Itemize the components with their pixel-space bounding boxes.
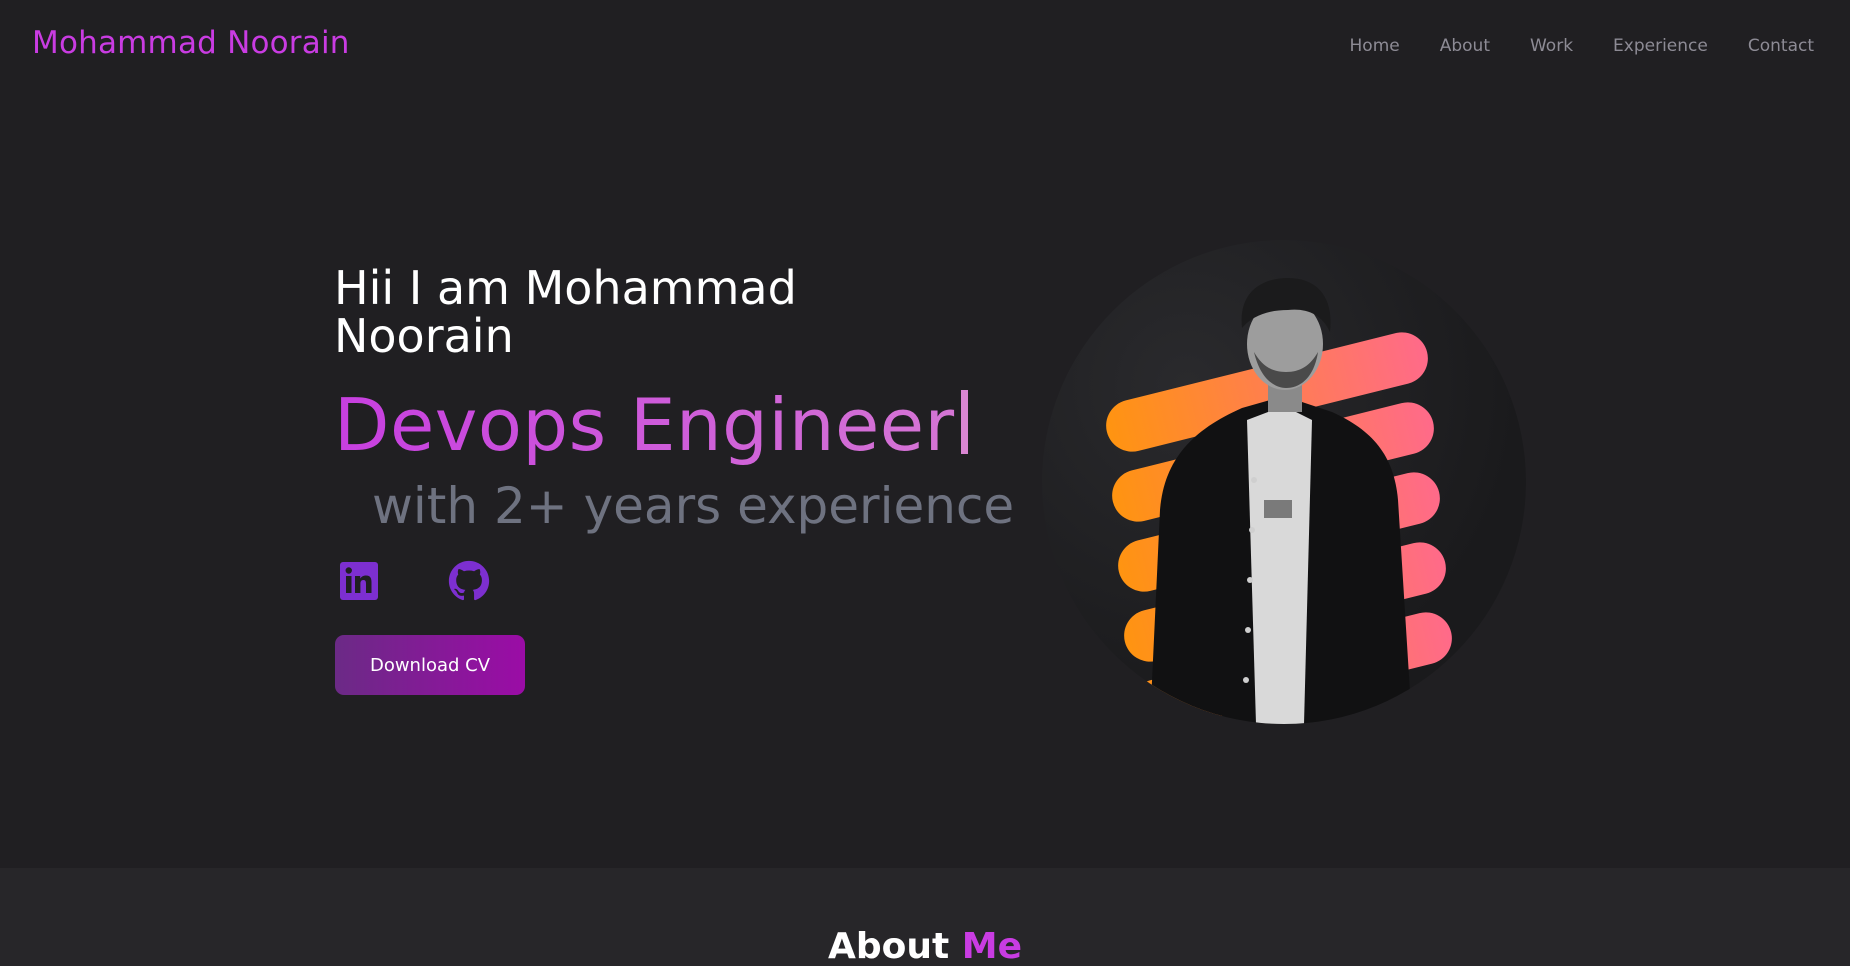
hero-role-text: Devops Engineer — [334, 383, 955, 467]
hero-experience: with 2+ years experience — [372, 477, 1015, 535]
brand-logo[interactable]: Mohammad Noorain — [32, 25, 350, 61]
profile-photo — [1042, 240, 1526, 724]
about-section: About Me — [0, 868, 1850, 966]
nav-experience[interactable]: Experience — [1613, 36, 1708, 56]
github-icon — [448, 560, 490, 601]
nav-work[interactable]: Work — [1530, 36, 1573, 56]
hero-greeting: Hii I am Mohammad Noorain — [334, 261, 797, 363]
github-link[interactable] — [448, 560, 490, 602]
download-cv-button[interactable]: Download CV — [335, 635, 525, 695]
nav-contact[interactable]: Contact — [1748, 36, 1814, 56]
nav-about[interactable]: About — [1440, 36, 1490, 56]
typing-cursor — [960, 390, 968, 454]
about-title-accent: Me — [961, 926, 1022, 966]
page: Mohammad Noorain Home About Work Experie… — [0, 0, 1850, 966]
nav-home[interactable]: Home — [1350, 36, 1400, 56]
site-header: Mohammad Noorain Home About Work Experie… — [0, 0, 1850, 92]
social-links — [338, 560, 490, 602]
linkedin-link[interactable] — [338, 560, 380, 602]
hero-role: Devops Engineer — [334, 380, 968, 470]
profile-illustration — [1106, 278, 1452, 724]
main-nav: Home About Work Experience Contact — [1350, 36, 1814, 56]
linkedin-icon — [340, 562, 378, 600]
about-title-start: About — [828, 926, 950, 966]
about-title: About Me — [0, 926, 1850, 966]
